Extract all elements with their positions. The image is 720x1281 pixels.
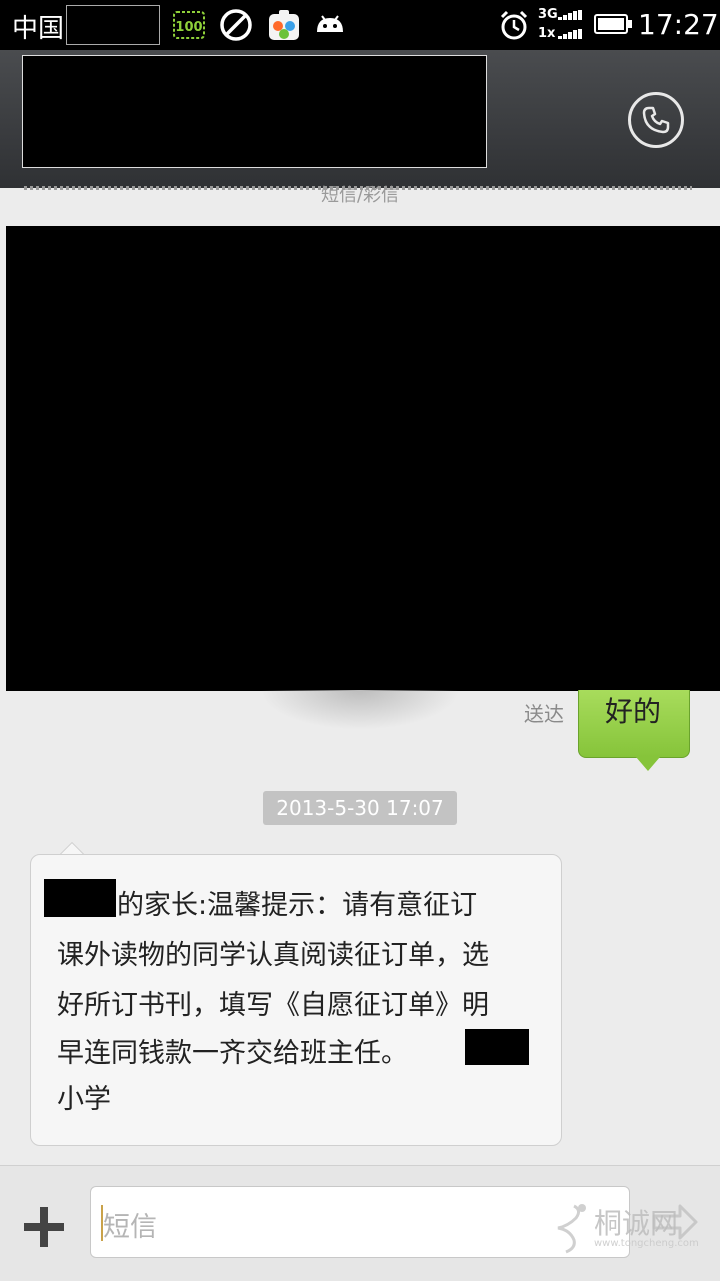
redacted-messages <box>6 226 720 691</box>
watermark-url: www.tongcheng.com <box>594 1238 699 1249</box>
received-message-line: 好所订书刊，填写《自愿征订单》明 <box>57 990 489 1021</box>
no-disturb-icon <box>220 9 252 41</box>
received-message-line: 早连同钱款一齐交给班主任。 <box>57 1038 408 1069</box>
sent-message-bubble[interactable]: 好的 <box>578 690 690 758</box>
redacted-student-name <box>44 879 116 917</box>
redacted-contact-name[interactable] <box>22 55 487 168</box>
redacted-school-name <box>465 1029 529 1065</box>
redacted-carrier-info <box>66 5 160 45</box>
message-input-placeholder: 短信 <box>103 1212 157 1243</box>
app-store-icon <box>269 10 299 40</box>
received-message-line: 小学 <box>57 1084 111 1115</box>
delivery-status: 送达 <box>524 702 564 726</box>
message-timestamp: 2013-5-30 17:07 <box>263 791 457 825</box>
phone-icon <box>642 106 670 134</box>
received-bubble-tail <box>59 841 85 855</box>
alarm-icon <box>500 10 528 40</box>
sent-message-text: 好的 <box>605 695 662 728</box>
message-input[interactable]: 短信 <box>90 1186 630 1258</box>
watermark-logo: 桐诚网 www.tongcheng.com <box>552 1200 699 1260</box>
received-message-line: 的家长:温馨提示：请有意征订 <box>117 890 478 921</box>
received-message-line: 课外读物的同学认真阅读征订单，选 <box>57 940 489 971</box>
clock: 17:27 <box>638 8 719 41</box>
signal-1x-icon <box>558 29 582 39</box>
battery-100-icon: 100 <box>173 11 205 39</box>
scroll-shadow <box>260 690 460 730</box>
svg-text:100: 100 <box>175 20 202 35</box>
call-button[interactable] <box>628 92 684 148</box>
network-type-3g: 3G <box>538 7 558 22</box>
android-icon <box>317 15 343 32</box>
plus-icon[interactable] <box>22 1205 66 1249</box>
watermark-figure-icon <box>557 1204 586 1254</box>
network-type-1x: 1x <box>538 26 556 41</box>
sent-bubble-tail <box>636 757 660 771</box>
status-bar: 中国 100 3G 1x 17:27 <box>0 0 720 50</box>
carrier-label: 中国 <box>12 14 65 44</box>
message-type-label: 短信/彩信 <box>320 185 400 206</box>
battery-icon <box>594 14 632 34</box>
received-message-bubble[interactable]: 的家长:温馨提示：请有意征订 课外读物的同学认真阅读征订单，选 好所订书刊，填写… <box>30 854 562 1146</box>
signal-3g-icon <box>558 10 582 20</box>
watermark-text: 桐诚网 <box>594 1207 679 1240</box>
